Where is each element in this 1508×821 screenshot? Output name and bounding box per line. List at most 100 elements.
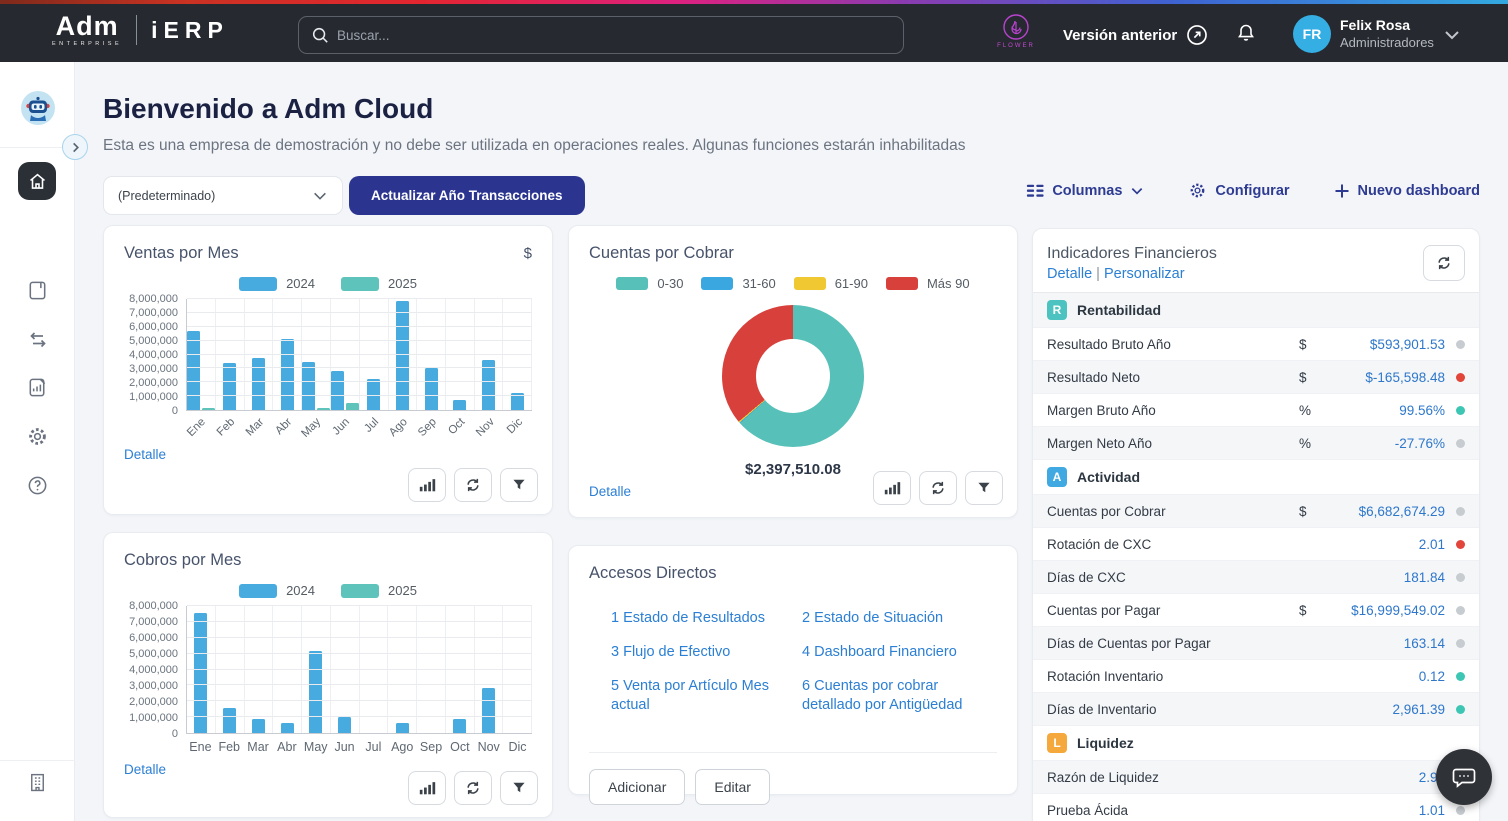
search-input[interactable] (337, 28, 891, 43)
sidebar-item-company[interactable] (0, 771, 75, 794)
user-info[interactable]: Felix Rosa Administradores (1340, 17, 1434, 51)
app-logo[interactable]: Adm ENTERPRISE iERP (52, 13, 229, 48)
update-year-button[interactable]: Actualizar Año Transacciones (349, 176, 585, 215)
user-menu-chevron-down-icon[interactable] (1443, 28, 1461, 42)
refresh-icon[interactable] (1423, 245, 1465, 281)
bar (309, 651, 322, 733)
x-tick-label: May (301, 411, 330, 441)
refresh-icon[interactable] (454, 468, 492, 502)
indicators-personalize-link[interactable]: Personalizar (1104, 266, 1185, 282)
x-tick-label: Feb (215, 734, 244, 756)
donut (722, 305, 864, 447)
indicator-label: Días de Inventario (1047, 702, 1299, 717)
status-dot-gray (1456, 340, 1465, 349)
chart-type-icon[interactable] (873, 471, 911, 505)
indicator-unit: $ (1299, 370, 1325, 385)
indicator-value: 99.56% (1325, 403, 1445, 418)
indicator-row: Rotación de CXC2.01 (1033, 528, 1479, 561)
sidebar-item-assistant[interactable] (0, 90, 75, 126)
chart-type-icon[interactable] (408, 468, 446, 502)
previous-version-link[interactable]: Versión anterior (1063, 8, 1208, 62)
legend-item-31-60[interactable]: 31-60 (701, 276, 775, 291)
global-search[interactable] (298, 16, 904, 54)
sidebar-item-help[interactable] (0, 474, 75, 497)
indicators-detail-link[interactable]: Detalle (1047, 266, 1092, 282)
filter-icon[interactable] (500, 771, 538, 805)
user-avatar[interactable]: FR (1293, 15, 1331, 53)
shortcut-link-2[interactable]: 2 Estado de Situación (802, 609, 981, 628)
sidebar-item-journal[interactable] (0, 279, 75, 302)
legend-item-61-90[interactable]: 61-90 (794, 276, 868, 291)
book-icon (26, 279, 49, 302)
legend-swatch (239, 277, 277, 291)
legend-label: 61-90 (835, 276, 868, 291)
card-cuentas-por-cobrar: Cuentas por Cobrar 0-3031-6061-90Más 90 … (568, 225, 1018, 518)
legend-item-2024[interactable]: 2024 (239, 583, 315, 598)
legend-item-2024[interactable]: 2024 (239, 276, 315, 291)
refresh-icon[interactable] (454, 771, 492, 805)
sidebar-expand-button[interactable] (62, 134, 88, 160)
bar (187, 331, 200, 410)
indicator-value: 2,961.39 (1325, 702, 1445, 717)
configure-button[interactable]: Configurar (1188, 181, 1289, 200)
cobros-detail-link[interactable]: Detalle (124, 762, 166, 777)
legend-item-0-30[interactable]: 0-30 (616, 276, 683, 291)
legend-item-Más 90[interactable]: Más 90 (886, 276, 970, 291)
edit-shortcut-button[interactable]: Editar (695, 769, 770, 805)
status-dot-gray (1456, 806, 1465, 815)
chart-type-icon[interactable] (408, 771, 446, 805)
add-shortcut-button[interactable]: Adicionar (589, 769, 685, 805)
filter-icon[interactable] (965, 471, 1003, 505)
indicator-value: 2.97 (1325, 770, 1445, 785)
legend-item-2025[interactable]: 2025 (341, 583, 417, 598)
y-tick-label: 7,000,000 (129, 616, 178, 628)
notifications-bell-icon[interactable] (1234, 21, 1258, 45)
bar (281, 723, 294, 733)
cxc-detail-link[interactable]: Detalle (589, 484, 631, 499)
shortcut-link-4[interactable]: 4 Dashboard Financiero (802, 643, 981, 662)
dashboard-select[interactable]: (Predeterminado) (103, 176, 343, 215)
gear-icon (26, 425, 49, 448)
indicator-label: Rotación Inventario (1047, 669, 1299, 684)
status-dot-gray (1456, 507, 1465, 516)
y-tick-label: 8,000,000 (129, 600, 178, 612)
chevron-down-icon (312, 190, 328, 202)
ventas-detail-link[interactable]: Detalle (124, 447, 166, 462)
columns-button[interactable]: Columnas (1026, 183, 1144, 199)
shortcut-link-6[interactable]: 6 Cuentas por cobrar detallado por Antig… (802, 677, 981, 715)
arrow-up-right-circle-icon (1186, 24, 1208, 46)
sidebar-item-home[interactable] (18, 162, 56, 200)
legend-item-2025[interactable]: 2025 (341, 276, 417, 291)
section-title: Rentabilidad (1077, 302, 1161, 318)
indicator-label: Resultado Neto (1047, 370, 1299, 385)
bar (223, 363, 236, 410)
sidebar-item-settings[interactable] (0, 425, 75, 448)
indicator-unit: $ (1299, 603, 1325, 618)
transfer-arrows-icon (26, 328, 50, 352)
gridline (187, 621, 532, 622)
indicator-value: $6,682,674.29 (1325, 504, 1445, 519)
bar (202, 408, 215, 410)
shortcut-link-1[interactable]: 1 Estado de Resultados (611, 609, 790, 628)
sidebar-item-reports[interactable] (0, 376, 75, 399)
sidebar-item-transactions[interactable] (0, 328, 75, 352)
category-Oct (446, 299, 475, 410)
shortcut-link-5[interactable]: 5 Venta por Artículo Mes actual (611, 677, 790, 715)
bar (453, 719, 466, 733)
x-tick-label: Jul (359, 411, 388, 441)
indicator-label: Margen Neto Año (1047, 436, 1299, 451)
logo-enterprise: ENTERPRISE (52, 42, 122, 48)
new-dashboard-button[interactable]: Nuevo dashboard (1334, 183, 1480, 199)
y-tick-label: 2,000,000 (129, 696, 178, 708)
company-logo-flower[interactable]: FLOWER (992, 12, 1040, 49)
indicator-label: Cuentas por Pagar (1047, 603, 1299, 618)
filter-icon[interactable] (500, 468, 538, 502)
chat-support-button[interactable] (1436, 749, 1492, 805)
currency-toggle[interactable]: $ (524, 245, 532, 262)
shortcut-link-3[interactable]: 3 Flujo de Efectivo (611, 643, 790, 662)
category-Oct (446, 606, 475, 733)
gridline (187, 669, 532, 670)
status-dot-teal (1456, 705, 1465, 714)
bar (425, 368, 438, 410)
refresh-icon[interactable] (919, 471, 957, 505)
